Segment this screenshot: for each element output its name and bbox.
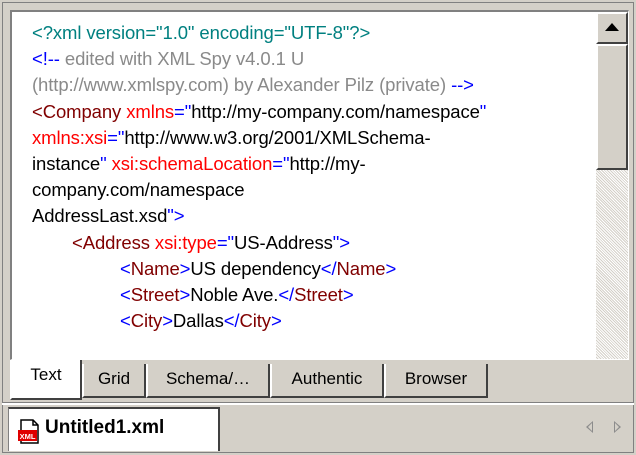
vertical-scrollbar[interactable]	[596, 12, 628, 359]
code-token: (http://www.xmlspy.com) by Alexander Pil…	[32, 74, 452, 96]
code-token: Street	[294, 283, 343, 305]
code-line: <?xml version="1.0" encoding="UTF-8"?>	[32, 20, 602, 46]
code-line: (http://www.xmlspy.com) by Alexander Pil…	[32, 72, 602, 98]
code-token: ="	[174, 100, 192, 122]
code-token: <?xml version="1.0" encoding="UTF-8"?>	[32, 22, 371, 43]
code-token: Dallas	[172, 310, 224, 332]
divider	[2, 402, 634, 405]
code-token: US dependency	[190, 257, 321, 279]
code-token: Street	[130, 283, 180, 305]
code-token: <	[120, 257, 131, 279]
code-token: "	[479, 100, 487, 122]
text-editor[interactable]: <?xml version="1.0" encoding="UTF-8"?> <!…	[10, 10, 629, 360]
code-token: Name	[130, 257, 180, 279]
code-line: <!-- edited with XML Spy v4.0.1 U	[32, 46, 602, 72]
code-line: AddressLast.xsd">	[32, 203, 602, 229]
code-line: instance" xsi:schemaLocation="http://my-	[32, 151, 602, 177]
tab-next-icon[interactable]	[614, 421, 621, 433]
code-token: AddressLast.xsd	[32, 205, 168, 227]
code-token: </	[320, 257, 337, 279]
scroll-thumb[interactable]	[596, 44, 628, 170]
code-token: edited with XML Spy v4.0.1 U	[59, 48, 305, 70]
code-token: http://my-company.com/namespace	[191, 100, 480, 122]
tab-grid[interactable]: Grid	[82, 364, 146, 398]
code-token: "	[100, 152, 112, 174]
code-token: xmlns:xsi	[32, 126, 108, 148]
document-filename: Untitled1.xml	[45, 417, 165, 438]
svg-text:XML: XML	[20, 432, 36, 441]
code-token: xsi:type	[154, 231, 217, 253]
code-line: <Address xsi:type="US-Address">	[32, 230, 602, 256]
code-token: company.com/namespace	[32, 179, 245, 201]
code-token: <Address	[72, 231, 155, 253]
code-token: http://www.w3.org/2001/XMLSchema-	[124, 126, 431, 148]
tab-text[interactable]: Text	[10, 360, 82, 400]
code-token: City	[239, 310, 271, 332]
tab-schema[interactable]: Schema/…	[146, 364, 270, 398]
code-token: http://my-	[289, 152, 366, 174]
code-token: >	[179, 257, 191, 279]
code-token: <	[120, 283, 131, 305]
code-token: >	[270, 310, 282, 332]
code-token: >	[385, 257, 397, 279]
code-token: instance	[32, 152, 101, 174]
code-token: xsi:schemaLocation	[111, 152, 273, 174]
code-token: xmlns	[126, 100, 175, 122]
code-token: Noble Ave.	[190, 283, 279, 305]
code-token: <Company	[32, 100, 127, 122]
scroll-up-button[interactable]	[596, 12, 628, 44]
code-token: Name	[336, 257, 386, 279]
tab-browser[interactable]: Browser	[384, 364, 488, 398]
tab-prev-icon[interactable]	[586, 421, 593, 433]
code-token: ">	[167, 205, 185, 227]
xml-file-icon: XML	[18, 419, 39, 444]
code-area[interactable]: <?xml version="1.0" encoding="UTF-8"?> <!…	[32, 20, 602, 334]
tab-authentic[interactable]: Authentic	[270, 364, 384, 398]
code-line: <City>Dallas</City>	[32, 308, 602, 334]
document-tab[interactable]: XML Untitled1.xml	[8, 407, 220, 451]
code-line: <Name>US dependency</Name>	[32, 256, 602, 282]
code-line: company.com/namespace	[32, 177, 602, 203]
view-tab-bar: Text Grid Schema/… Authentic Browser	[10, 360, 629, 402]
code-token: >	[179, 283, 191, 305]
code-token: >	[342, 283, 354, 305]
arrow-up-icon	[605, 23, 619, 31]
code-token: City	[130, 310, 163, 332]
code-line: xmlns:xsi="http://www.w3.org/2001/XMLSch…	[32, 125, 602, 151]
code-token: ="	[216, 231, 235, 253]
code-token: ="	[272, 152, 290, 174]
code-token: US-Address	[234, 231, 333, 253]
code-token: </	[278, 283, 295, 305]
code-line: <Street>Noble Ave.</Street>	[32, 282, 602, 308]
code-token: ">	[332, 231, 350, 253]
code-token: <!--	[32, 48, 60, 70]
code-token: ="	[107, 126, 125, 148]
code-token: </	[223, 310, 240, 332]
code-token: -->	[451, 74, 474, 96]
code-token: <	[120, 310, 131, 332]
code-line: <Company xmlns="http://my-company.com/na…	[32, 99, 602, 125]
code-token: >	[162, 310, 173, 332]
